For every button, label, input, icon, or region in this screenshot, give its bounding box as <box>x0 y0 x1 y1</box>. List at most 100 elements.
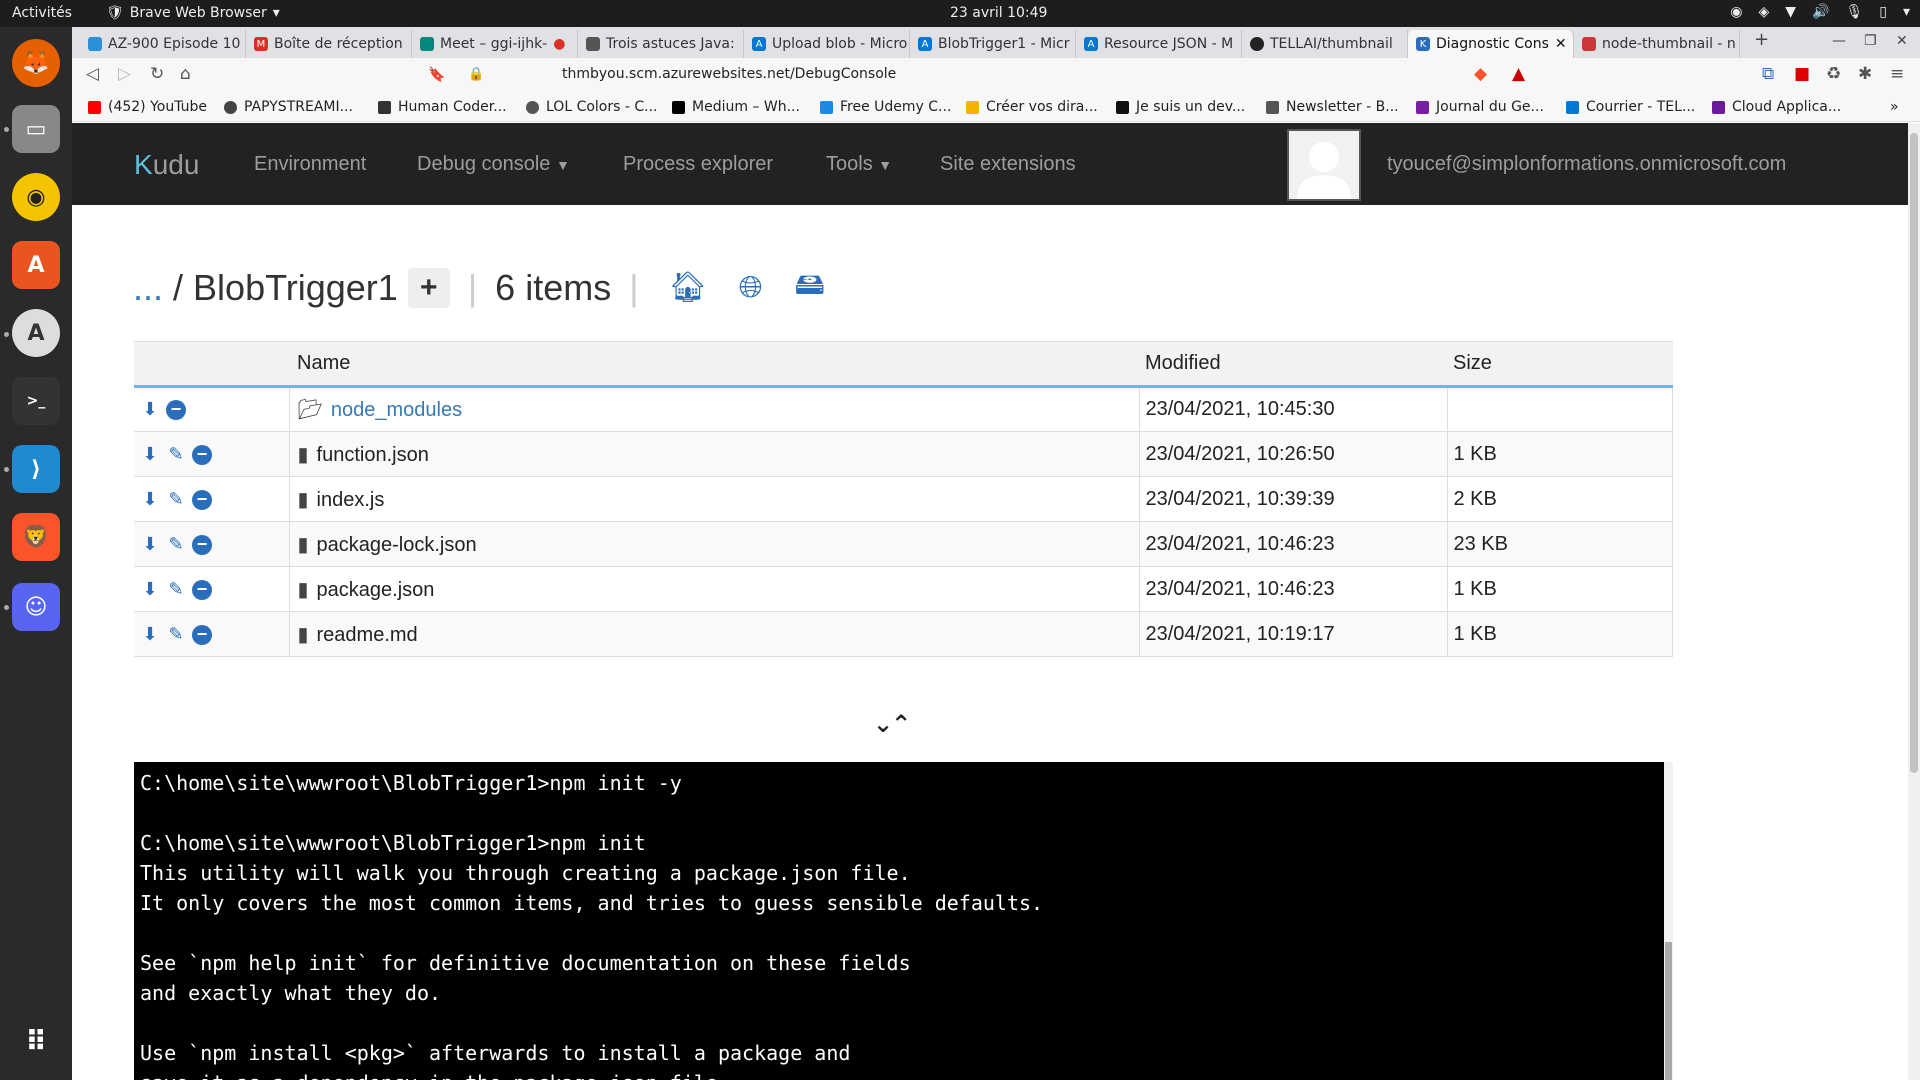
rhythmbox-icon[interactable]: ◉ <box>12 173 60 221</box>
delete-icon[interactable]: − <box>192 579 212 600</box>
software-updater-icon[interactable]: A <box>12 309 60 357</box>
nav-process-explorer[interactable]: Process explorer <box>623 153 773 176</box>
extension-icon[interactable]: ■ <box>1794 64 1810 84</box>
bookmark-item[interactable]: PAPYSTREAMI... <box>224 99 353 115</box>
forward-button[interactable]: ▷ <box>118 64 131 84</box>
app-menu[interactable]: 🛡 Brave Web Browser ▾ <box>106 5 280 21</box>
header-size[interactable]: Size <box>1447 341 1673 388</box>
nav-site-extensions[interactable]: Site extensions <box>940 153 1076 176</box>
edit-icon[interactable]: ✎ <box>166 444 186 465</box>
tab-astuces[interactable]: Trois astuces Java: <box>578 30 744 58</box>
battery-icon[interactable]: ▯ <box>1879 4 1887 20</box>
power-menu-icon[interactable]: ▾ <box>1903 4 1910 20</box>
download-icon[interactable]: ⬇ <box>140 399 160 420</box>
bookmark-item[interactable]: Journal du Ge... <box>1416 99 1544 115</box>
download-icon[interactable]: ⬇ <box>140 579 160 600</box>
microphone-icon[interactable]: 🎙 <box>1845 4 1863 20</box>
user-email[interactable]: tyoucef@simplonformations.onmicrosoft.co… <box>1387 153 1786 176</box>
page-scrollbar[interactable] <box>1908 123 1920 1080</box>
console-scrollbar-thumb[interactable] <box>1665 942 1672 1080</box>
bookmark-item[interactable]: Medium – Wh... <box>672 99 800 115</box>
brave-dock-icon[interactable]: 🦁 <box>12 513 60 561</box>
drive-icon[interactable]: 🖴 <box>795 262 825 313</box>
terminal-icon[interactable]: >_ <box>12 377 60 425</box>
close-window-button[interactable]: ✕ <box>1896 33 1908 49</box>
tab-github[interactable]: TELLAI/thumbnail <box>1242 30 1408 58</box>
tab-upload-blob[interactable]: A Upload blob - Micro <box>744 30 910 58</box>
tab-resource-json[interactable]: A Resource JSON - M <box>1076 30 1242 58</box>
nav-debug-console[interactable]: Debug console ▼ <box>417 153 570 176</box>
chevron-down-icon[interactable]: ⌄ <box>873 710 893 738</box>
close-tab-icon[interactable]: ✕ <box>1555 36 1567 52</box>
globe-icon[interactable]: 🌐︎ <box>739 271 763 305</box>
discord-tray-icon[interactable]: ◉ <box>1730 4 1742 20</box>
new-tab-button[interactable]: + <box>1754 29 1769 50</box>
delete-icon[interactable]: − <box>166 400 186 420</box>
folder-link[interactable]: node_modules <box>331 399 462 421</box>
edit-icon[interactable]: ✎ <box>166 489 186 510</box>
clock[interactable]: 23 avril 10:49 <box>950 5 1047 21</box>
extension-icon[interactable]: ♻ <box>1826 64 1841 84</box>
nav-tools[interactable]: Tools ▼ <box>826 153 892 176</box>
edit-icon[interactable]: ✎ <box>166 579 186 600</box>
tab-blobtrigger[interactable]: A BlobTrigger1 - Micr <box>910 30 1076 58</box>
firefox-icon[interactable]: 🦊 <box>12 39 60 87</box>
avatar[interactable] <box>1287 129 1361 201</box>
tab-az900[interactable]: AZ-900 Episode 10 <box>80 30 246 58</box>
bookmark-item[interactable]: Cloud Applica... <box>1712 99 1841 115</box>
download-icon[interactable]: ⬇ <box>140 489 160 510</box>
header-modified[interactable]: Modified <box>1139 341 1447 388</box>
bookmark-item[interactable]: LOL Colors - C... <box>526 99 658 115</box>
back-button[interactable]: ◁ <box>86 64 99 84</box>
tab-gmail[interactable]: M Boîte de réception <box>246 30 412 58</box>
tab-diagnostic-console[interactable]: K Diagnostic Cons ✕ <box>1408 30 1574 58</box>
edit-icon[interactable]: ✎ <box>166 624 186 645</box>
tab-npm[interactable]: node-thumbnail - n <box>1574 30 1740 58</box>
home-button[interactable]: ⌂ <box>180 64 191 84</box>
console-scrollbar[interactable] <box>1664 762 1673 1080</box>
bookmark-item[interactable]: Free Udemy C... <box>820 99 951 115</box>
scrollbar-thumb[interactable] <box>1910 133 1918 773</box>
extensions-puzzle-icon[interactable]: ✱ <box>1858 64 1872 84</box>
bookmark-item[interactable]: Créer vos dira... <box>966 99 1098 115</box>
brave-shields-icon[interactable]: ◆ <box>1474 64 1487 84</box>
show-apps-icon[interactable]: ⠿ <box>12 1017 60 1065</box>
volume-icon[interactable]: 🔊 <box>1812 4 1829 20</box>
activities-button[interactable]: Activités <box>12 5 72 21</box>
software-center-icon[interactable]: A <box>12 241 60 289</box>
bookmark-item[interactable]: Human Coder... <box>378 99 507 115</box>
delete-icon[interactable]: − <box>192 489 212 510</box>
edit-icon[interactable]: ✎ <box>166 534 186 555</box>
menu-icon[interactable]: ≡ <box>1890 64 1904 84</box>
file-name[interactable]: package-lock.json <box>317 534 477 556</box>
delete-icon[interactable]: − <box>192 624 212 645</box>
wifi-icon[interactable]: ▼ <box>1785 4 1796 20</box>
files-icon[interactable]: ▭ <box>12 105 60 153</box>
translate-extension-icon[interactable]: ⧉ <box>1762 64 1774 84</box>
more-bookmarks-icon[interactable]: » <box>1890 99 1899 115</box>
file-name[interactable]: package.json <box>317 579 435 601</box>
chevron-up-icon[interactable]: ⌃ <box>891 710 911 738</box>
file-name[interactable]: function.json <box>317 444 429 466</box>
vscode-icon[interactable]: ⟩ <box>12 445 60 493</box>
download-icon[interactable]: ⬇ <box>140 624 160 645</box>
reload-button[interactable]: ↻ <box>150 64 164 84</box>
bookmark-item[interactable]: (452) YouTube <box>88 99 207 115</box>
system-tray[interactable]: ◉ ◈ ▼ 🔊 🎙 ▯ ▾ <box>1730 4 1910 20</box>
tab-meet[interactable]: Meet – ggi-ijhk- ● <box>412 30 578 58</box>
debug-console-output[interactable]: C:\home\site\wwwroot\BlobTrigger1>npm in… <box>134 762 1664 1080</box>
bookmark-item[interactable]: Newsletter - B... <box>1266 99 1399 115</box>
add-button[interactable]: + <box>407 267 450 308</box>
delete-icon[interactable]: − <box>192 534 212 555</box>
bookmark-item[interactable]: Courrier - TEL... <box>1566 99 1695 115</box>
nav-environment[interactable]: Environment <box>254 153 366 176</box>
header-name[interactable]: Name <box>289 341 1139 388</box>
address-bar[interactable]: thmbyou.scm.azurewebsites.net/DebugConso… <box>562 66 896 82</box>
lock-icon[interactable]: 🔒 <box>468 67 484 82</box>
download-icon[interactable]: ⬇ <box>140 444 160 465</box>
bookmark-button[interactable]: 🔖 <box>428 67 445 83</box>
home-icon[interactable]: 🏠︎ <box>669 270 707 305</box>
maximize-button[interactable]: ❐ <box>1864 33 1877 49</box>
brave-rewards-icon[interactable]: ▲ <box>1512 64 1525 84</box>
download-icon[interactable]: ⬇ <box>140 534 160 555</box>
